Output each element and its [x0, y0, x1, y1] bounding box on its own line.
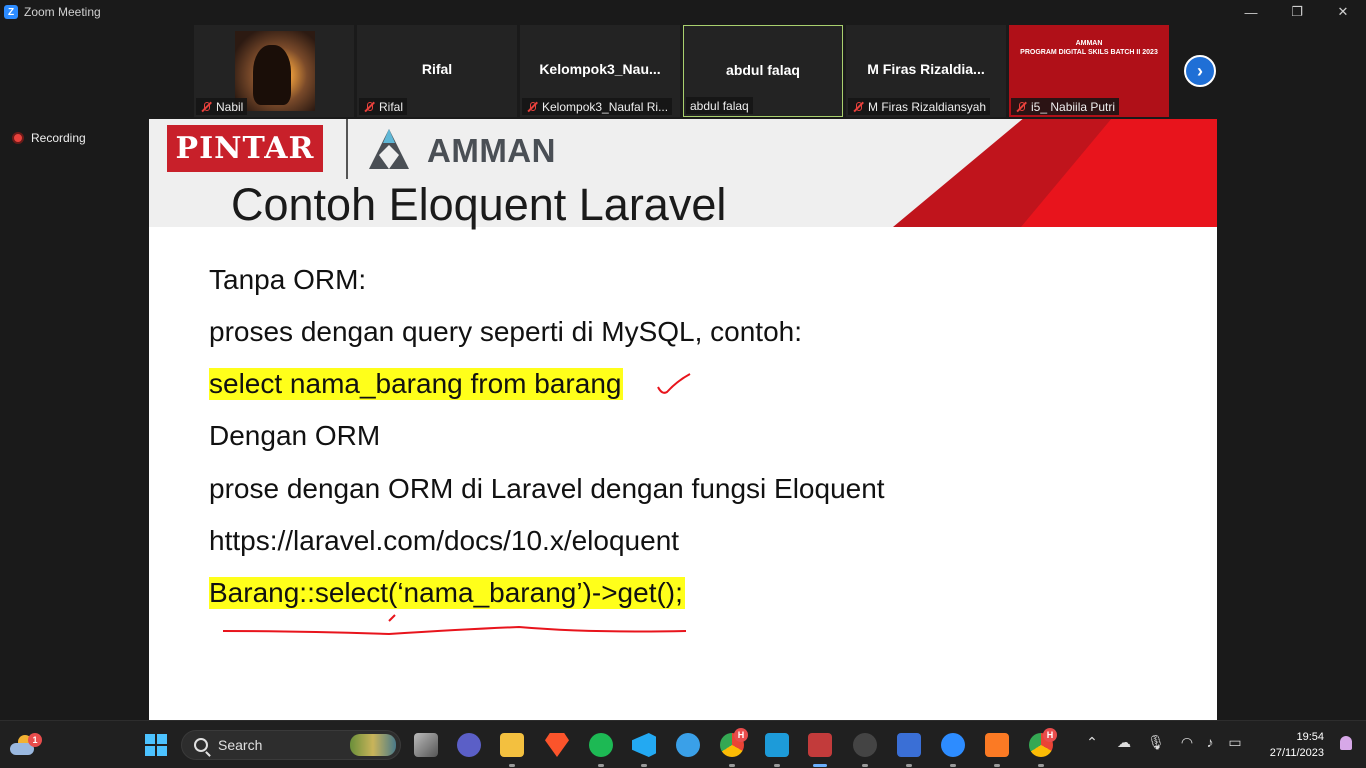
muted-mic-icon	[200, 101, 212, 113]
taskbar-search[interactable]: Search	[181, 730, 401, 760]
zoom-app-icon: Z	[4, 5, 18, 19]
spotify-icon[interactable]	[589, 733, 613, 757]
participant-strip: Nabil Rifal Rifal Kelompok3_Nau... Kelom…	[194, 25, 1169, 117]
running-indicator	[862, 764, 868, 767]
xampp-icon[interactable]	[985, 733, 1009, 757]
search-highlight-image	[350, 734, 396, 756]
annotation-pen-cursor	[388, 614, 396, 622]
participant-label: Rifal	[359, 98, 408, 115]
annotation-layer	[222, 373, 691, 636]
start-button[interactable]	[145, 734, 167, 756]
running-indicator	[641, 764, 647, 767]
shared-screen-slide: PINTAR AMMAN Contoh Eloquent Laravel Tan…	[149, 119, 1217, 720]
participant-label: abdul falaq	[686, 97, 753, 114]
close-button[interactable]: ✕	[1320, 0, 1366, 24]
brave-browser-icon[interactable]	[545, 733, 569, 757]
teams-chat-icon[interactable]	[457, 733, 481, 757]
running-indicator	[774, 764, 780, 767]
chevron-up-icon[interactable]: ⌃	[1083, 733, 1101, 751]
muted-mic-icon	[1015, 101, 1027, 113]
participant-tile[interactable]: Nabil	[194, 25, 354, 117]
notification-bell-icon[interactable]	[1340, 736, 1352, 750]
window-controls: — ❐ ✕	[1228, 0, 1366, 24]
notepad-icon[interactable]	[765, 733, 789, 757]
recording-label: Recording	[31, 131, 86, 145]
muted-mic-icon	[526, 101, 538, 113]
taskbar-clock[interactable]: 19:54 27/11/2023	[1270, 729, 1324, 761]
search-icon	[194, 738, 208, 752]
battery-icon[interactable]: ▭	[1226, 733, 1244, 751]
participant-tile[interactable]: Kelompok3_Nau... Kelompok3_Naufal Ri...	[520, 25, 680, 117]
participant-banner: AMMAN PROGRAM DIGITAL SKILS BATCH II 202…	[1020, 40, 1158, 56]
chrome-profile-badge: H	[734, 728, 748, 742]
running-indicator	[950, 764, 956, 767]
participant-display-name: Kelompok3_Nau...	[539, 61, 661, 77]
participant-tile[interactable]: M Firas Rizaldia... M Firas Rizaldiansya…	[846, 25, 1006, 117]
running-indicator	[1038, 764, 1044, 767]
participant-label: i5_ Nabiila Putri	[1011, 98, 1120, 115]
speaker-icon[interactable]: ♪	[1201, 733, 1219, 751]
participant-tile[interactable]: AMMAN PROGRAM DIGITAL SKILS BATCH II 202…	[1009, 25, 1169, 117]
task-view-icon[interactable]	[414, 733, 438, 757]
chrome-profile-badge: H	[1043, 728, 1057, 742]
participant-display-name: abdul falaq	[726, 62, 800, 78]
participant-tile-active-speaker[interactable]: abdul falaq abdul falaq	[683, 25, 843, 117]
search-label: Search	[218, 737, 263, 753]
participant-display-name: Rifal	[421, 61, 453, 77]
running-indicator	[729, 764, 735, 767]
app-icon[interactable]	[853, 733, 877, 757]
weather-badge: 1	[28, 733, 42, 747]
weather-widget[interactable]: 1	[8, 731, 42, 759]
vscode-icon[interactable]	[632, 733, 656, 757]
running-indicator	[994, 764, 1000, 767]
file-explorer-icon[interactable]	[500, 733, 524, 757]
running-indicator	[598, 764, 604, 767]
windows-taskbar: 1 Search H H ⌃ ☁ 🎙 ◠ ♪ ▭ 19:54 27/11/202…	[0, 720, 1366, 768]
running-indicator	[509, 764, 515, 767]
participant-label: M Firas Rizaldiansyah	[848, 98, 991, 115]
onedrive-cloud-icon[interactable]: ☁	[1115, 733, 1133, 751]
record-icon	[12, 132, 24, 144]
restore-button[interactable]: ❐	[1274, 0, 1320, 24]
snipping-tool-icon[interactable]	[808, 733, 832, 757]
chevron-right-icon: ›	[1197, 60, 1203, 81]
next-participants-button[interactable]: ›	[1184, 55, 1216, 87]
participant-label: Kelompok3_Naufal Ri...	[522, 98, 673, 115]
microphone-icon[interactable]: 🎙	[1147, 733, 1165, 751]
clock-date: 27/11/2023	[1269, 747, 1324, 759]
running-indicator-active	[813, 764, 827, 767]
running-indicator	[906, 764, 912, 767]
participant-display-name: M Firas Rizaldia...	[867, 61, 985, 77]
minimize-button[interactable]: —	[1228, 0, 1274, 24]
clock-time: 19:54	[1296, 731, 1324, 743]
participant-tile[interactable]: Rifal Rifal	[357, 25, 517, 117]
annotation-checkmark	[657, 373, 691, 394]
muted-mic-icon	[852, 101, 864, 113]
annotation-underline	[222, 625, 687, 636]
remote-desktop-icon[interactable]	[897, 733, 921, 757]
recording-indicator[interactable]: Recording	[12, 131, 86, 145]
wifi-icon[interactable]: ◠	[1178, 733, 1196, 751]
title-bar: Z Zoom Meeting — ❐ ✕	[0, 0, 1366, 24]
participant-label: Nabil	[196, 98, 248, 115]
muted-mic-icon	[363, 101, 375, 113]
window-title: Zoom Meeting	[24, 5, 101, 19]
zoom-icon[interactable]	[941, 733, 965, 757]
app-icon[interactable]	[676, 733, 700, 757]
